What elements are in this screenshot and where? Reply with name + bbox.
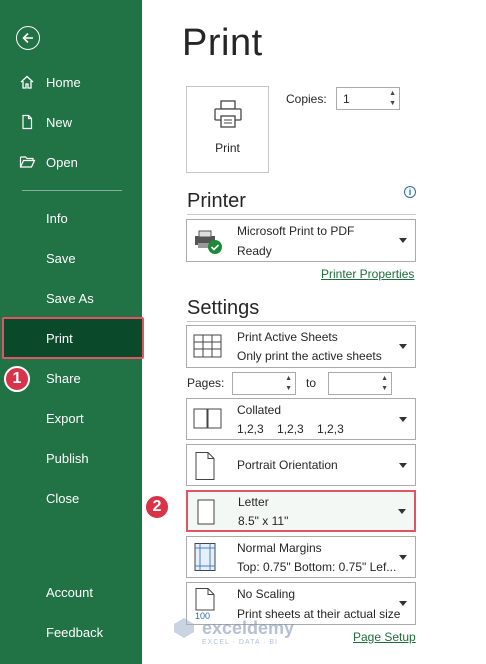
nav-print[interactable]: Print <box>2 317 144 359</box>
nav-publish[interactable]: Publish <box>8 440 142 476</box>
nav-account-label: Account <box>46 584 93 600</box>
backstage-sidebar: Home New Open Info Save Save As Print Sh… <box>0 0 144 664</box>
chevron-down-icon <box>399 555 407 560</box>
paper-size-dimensions: 8.5" x 11" <box>238 514 289 528</box>
copies-value: 1 <box>343 92 350 106</box>
nav-export-label: Export <box>46 410 84 426</box>
step-marker-2: 2 <box>144 494 170 520</box>
pages-from-input[interactable]: ▲ ▼ <box>232 372 296 395</box>
exceldemy-watermark: exceldemy EXCEL · DATA · BI <box>172 617 295 646</box>
spin-down-icon[interactable]: ▼ <box>285 385 292 393</box>
back-button[interactable] <box>16 26 40 50</box>
margins-icon <box>194 543 216 571</box>
spin-down-icon[interactable]: ▼ <box>389 100 396 108</box>
nav-save-label: Save <box>46 250 76 266</box>
copies-label: Copies: <box>286 92 327 106</box>
step-marker-1: 1 <box>4 366 30 392</box>
nav-home[interactable]: Home <box>8 64 142 100</box>
nav-account[interactable]: Account <box>8 574 142 610</box>
nav-new-label: New <box>46 114 73 130</box>
chevron-down-icon <box>399 417 407 422</box>
paper-size-dropdown[interactable]: Letter 8.5" x 11" <box>186 490 416 532</box>
exceldemy-logo-icon <box>174 618 194 638</box>
page-title: Print <box>182 22 263 64</box>
scaling-page-icon: 100 <box>195 588 215 621</box>
orientation-dropdown[interactable]: Portrait Orientation <box>186 444 416 486</box>
nav-open[interactable]: Open <box>8 144 142 180</box>
spin-up-icon[interactable]: ▲ <box>285 375 292 383</box>
chevron-down-icon <box>399 238 407 243</box>
nav-home-label: Home <box>46 74 81 90</box>
printer-properties-link[interactable]: Printer Properties <box>321 267 414 281</box>
print-button[interactable]: Print <box>186 86 269 173</box>
print-what-line2: Only print the active sheets <box>237 349 382 363</box>
collated-pages-icon <box>193 408 222 429</box>
spin-up-icon[interactable]: ▲ <box>381 375 388 383</box>
margins-dropdown[interactable]: Normal Margins Top: 0.75" Bottom: 0.75" … <box>186 536 416 578</box>
chevron-down-icon <box>399 463 407 468</box>
printer-heading: Printer <box>187 190 246 212</box>
page-setup-link[interactable]: Page Setup <box>353 630 416 644</box>
printer-ready-icon <box>195 230 222 254</box>
nav-export[interactable]: Export <box>8 400 142 436</box>
spin-down-icon[interactable]: ▼ <box>381 385 388 393</box>
nav-new[interactable]: New <box>8 104 142 140</box>
nav-open-label: Open <box>46 154 78 170</box>
settings-heading: Settings <box>187 297 260 319</box>
printer-status: Ready <box>237 244 272 258</box>
printer-divider <box>187 214 416 215</box>
margins-line1: Normal Margins <box>237 541 322 555</box>
nav-publish-label: Publish <box>46 450 89 466</box>
back-arrow-icon <box>22 32 33 44</box>
print-what-dropdown[interactable]: Print Active Sheets Only print the activ… <box>186 325 416 368</box>
collate-line1: Collated <box>237 403 282 417</box>
scaling-line1: No Scaling <box>237 587 296 601</box>
nav-feedback-label: Feedback <box>46 624 104 640</box>
collate-line2: 1,2,3 1,2,3 1,2,3 <box>237 422 344 436</box>
orientation-label: Portrait Orientation <box>237 458 338 472</box>
pages-to-label: to <box>306 376 317 390</box>
paper-sheet-icon <box>197 499 215 525</box>
nav-info-label: Info <box>46 210 68 226</box>
copies-input[interactable]: 1 ▲ ▼ <box>336 87 400 110</box>
info-icon[interactable]: i <box>404 186 416 198</box>
spin-up-icon[interactable]: ▲ <box>389 90 396 98</box>
sheets-grid-icon <box>193 334 222 358</box>
print-button-label: Print <box>215 141 240 155</box>
nav-save-as[interactable]: Save As <box>8 280 142 316</box>
nav-save[interactable]: Save <box>8 240 142 276</box>
new-document-icon <box>22 114 33 130</box>
nav-feedback[interactable]: Feedback <box>8 614 142 650</box>
printer-icon <box>213 100 242 128</box>
settings-divider <box>187 321 416 322</box>
nav-info[interactable]: Info <box>8 200 142 236</box>
printer-dropdown[interactable]: Microsoft Print to PDF Ready <box>186 219 416 262</box>
folder-open-icon <box>19 156 35 168</box>
home-icon <box>20 75 34 89</box>
chevron-down-icon <box>399 601 407 606</box>
nav-close-label: Close <box>46 490 80 506</box>
printer-name: Microsoft Print to PDF <box>237 224 355 238</box>
margins-line2: Top: 0.75" Bottom: 0.75" Lef... <box>237 560 397 574</box>
paper-size-name: Letter <box>238 495 269 509</box>
chevron-down-icon <box>399 344 407 349</box>
nav-save-as-label: Save As <box>46 290 94 306</box>
collate-dropdown[interactable]: Collated 1,2,3 1,2,3 1,2,3 <box>186 398 416 440</box>
sidebar-divider <box>22 190 122 191</box>
pages-to-input[interactable]: ▲ ▼ <box>328 372 392 395</box>
pages-label: Pages: <box>187 376 225 390</box>
portrait-page-icon <box>195 452 215 480</box>
watermark-name: exceldemy <box>202 617 295 638</box>
chevron-down-icon <box>398 509 406 514</box>
watermark-tagline: EXCEL · DATA · BI <box>202 639 278 646</box>
nav-close[interactable]: Close <box>8 480 142 516</box>
print-what-line1: Print Active Sheets <box>237 330 338 344</box>
nav-print-label: Print <box>46 330 73 346</box>
